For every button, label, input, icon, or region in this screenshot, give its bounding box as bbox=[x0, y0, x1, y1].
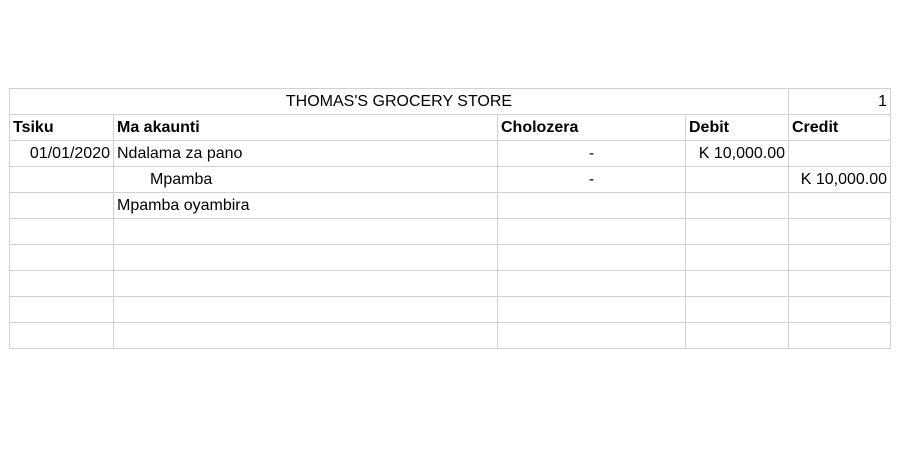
header-account[interactable]: Ma akaunti bbox=[113, 114, 498, 141]
cell-date[interactable] bbox=[9, 166, 114, 193]
cell-credit[interactable]: K 10,000.00 bbox=[788, 166, 891, 193]
cell-description[interactable] bbox=[497, 192, 686, 219]
empty-cell[interactable] bbox=[113, 244, 498, 271]
cell-debit[interactable] bbox=[685, 192, 789, 219]
empty-cell[interactable] bbox=[9, 270, 114, 297]
empty-cell[interactable] bbox=[788, 322, 891, 349]
empty-cell[interactable] bbox=[788, 218, 891, 245]
cell-description[interactable]: - bbox=[497, 166, 686, 193]
cell-debit[interactable]: K 10,000.00 bbox=[685, 140, 789, 167]
cell-credit[interactable] bbox=[788, 140, 891, 167]
empty-row bbox=[9, 218, 891, 245]
empty-cell[interactable] bbox=[9, 244, 114, 271]
empty-cell[interactable] bbox=[685, 218, 789, 245]
header-row: Tsiku Ma akaunti Cholozera Debit Credit bbox=[9, 114, 891, 141]
empty-cell[interactable] bbox=[497, 322, 686, 349]
journal-table: THOMAS'S GROCERY STORE 1 Tsiku Ma akaunt… bbox=[9, 88, 891, 349]
header-date[interactable]: Tsiku bbox=[9, 114, 114, 141]
page-number[interactable]: 1 bbox=[788, 88, 891, 115]
title-row: THOMAS'S GROCERY STORE 1 bbox=[9, 88, 891, 115]
cell-account[interactable]: Mpamba oyambira bbox=[113, 192, 498, 219]
empty-cell[interactable] bbox=[9, 296, 114, 323]
table-row: Mpamba - K 10,000.00 bbox=[9, 166, 891, 193]
empty-cell[interactable] bbox=[9, 322, 114, 349]
cell-debit[interactable] bbox=[685, 166, 789, 193]
empty-cell[interactable] bbox=[113, 322, 498, 349]
header-description[interactable]: Cholozera bbox=[497, 114, 686, 141]
empty-cell[interactable] bbox=[788, 296, 891, 323]
empty-cell[interactable] bbox=[685, 270, 789, 297]
cell-description[interactable]: - bbox=[497, 140, 686, 167]
empty-row bbox=[9, 296, 891, 323]
empty-row bbox=[9, 322, 891, 349]
empty-cell[interactable] bbox=[788, 244, 891, 271]
empty-cell[interactable] bbox=[9, 218, 114, 245]
empty-cell[interactable] bbox=[788, 270, 891, 297]
empty-cell[interactable] bbox=[497, 218, 686, 245]
cell-account[interactable]: Ndalama za pano bbox=[113, 140, 498, 167]
empty-cell[interactable] bbox=[113, 296, 498, 323]
empty-cell[interactable] bbox=[497, 270, 686, 297]
empty-cell[interactable] bbox=[685, 296, 789, 323]
header-debit[interactable]: Debit bbox=[685, 114, 789, 141]
store-title[interactable]: THOMAS'S GROCERY STORE bbox=[9, 88, 789, 115]
header-credit[interactable]: Credit bbox=[788, 114, 891, 141]
empty-cell[interactable] bbox=[497, 296, 686, 323]
empty-cell[interactable] bbox=[113, 270, 498, 297]
empty-cell[interactable] bbox=[113, 218, 498, 245]
empty-cell[interactable] bbox=[497, 244, 686, 271]
table-row: 01/01/2020 Ndalama za pano - K 10,000.00 bbox=[9, 140, 891, 167]
empty-row bbox=[9, 270, 891, 297]
cell-credit[interactable] bbox=[788, 192, 891, 219]
empty-row bbox=[9, 244, 891, 271]
cell-account[interactable]: Mpamba bbox=[113, 166, 498, 193]
cell-date[interactable]: 01/01/2020 bbox=[9, 140, 114, 167]
empty-cell[interactable] bbox=[685, 322, 789, 349]
empty-cell[interactable] bbox=[685, 244, 789, 271]
table-row: Mpamba oyambira bbox=[9, 192, 891, 219]
cell-date[interactable] bbox=[9, 192, 114, 219]
